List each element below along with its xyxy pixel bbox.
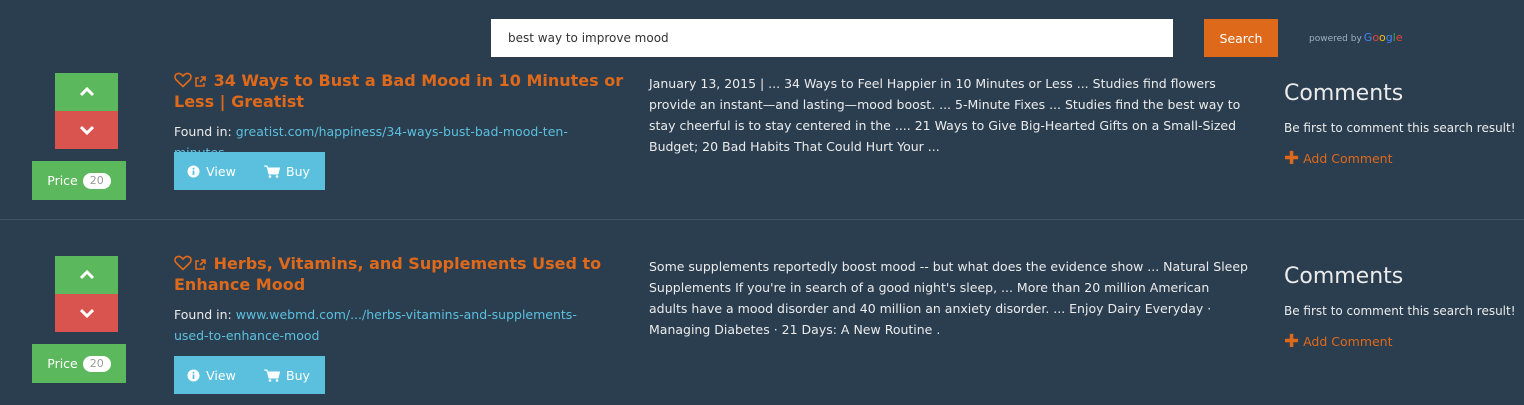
google-logo: Google [1363,31,1403,44]
price-badge: 20 [82,172,111,189]
found-url-link[interactable]: www.webmd.com/.../herbs-vitamins-and-sup… [174,307,577,343]
found-label: Found in: [174,124,232,139]
found-label: Found in: [174,307,232,322]
chevron-up-icon [79,87,94,97]
info-circle-icon [187,369,200,381]
buy-button[interactable]: Buy [249,356,325,394]
view-label: View [206,367,236,383]
powered-by-label: powered by [1309,34,1362,44]
add-comment-link[interactable]: ✚ Add Comment [1284,330,1393,352]
comments-empty-text: Be first to comment this search result! [1284,304,1516,318]
search-results-page: Search powered by Google Price 20 34 Way… [0,0,1524,405]
result-title[interactable]: Herbs, Vitamins, and Supplements Used to… [174,253,624,295]
price-badge: 20 [82,355,111,372]
chevron-down-icon [79,125,94,135]
heart-icon[interactable] [174,72,192,88]
vote-down-button[interactable] [55,294,118,332]
result-title-text[interactable]: Herbs, Vitamins, and Supplements Used to… [174,254,601,294]
vote-up-button[interactable] [55,256,118,294]
comments-heading: Comments [1284,264,1404,289]
vote-down-button[interactable] [55,111,118,149]
comments-heading: Comments [1284,81,1404,106]
result-divider [0,219,1524,220]
view-button[interactable]: View [174,356,249,394]
powered-by-google: powered by Google [1309,31,1403,44]
search-button[interactable]: Search [1204,19,1278,57]
heart-icon[interactable] [174,255,192,271]
comments-empty-text: Be first to comment this search result! [1284,121,1516,135]
chevron-up-icon [79,270,94,280]
info-circle-icon [187,165,200,177]
shopping-cart-icon [264,165,281,178]
add-comment-label: Add Comment [1303,151,1393,166]
price-label: Price [47,173,78,188]
result-snippet: January 13, 2015 | ... 34 Ways to Feel H… [649,76,1241,154]
view-label: View [206,163,236,179]
external-link-icon[interactable] [194,76,206,88]
result-snippet: Some supplements reportedly boost mood -… [649,259,1248,337]
result-title[interactable]: 34 Ways to Bust a Bad Mood in 10 Minutes… [174,70,624,112]
result-title-text[interactable]: 34 Ways to Bust a Bad Mood in 10 Minutes… [174,71,623,111]
price-button[interactable]: Price 20 [32,161,126,200]
plus-icon: ✚ [1284,147,1300,169]
chevron-down-icon [79,308,94,318]
add-comment-link[interactable]: ✚ Add Comment [1284,147,1393,169]
price-label: Price [47,356,78,371]
buy-label: Buy [286,163,310,179]
view-button[interactable]: View [174,152,249,190]
vote-up-button[interactable] [55,73,118,111]
add-comment-label: Add Comment [1303,334,1393,349]
shopping-cart-icon [264,369,281,382]
plus-icon: ✚ [1284,330,1300,352]
price-button[interactable]: Price 20 [32,344,126,383]
external-link-icon[interactable] [194,259,206,271]
buy-label: Buy [286,367,310,383]
search-input[interactable] [491,19,1173,57]
buy-button[interactable]: Buy [249,152,325,190]
found-in: Found in: www.webmd.com/.../herbs-vitami… [174,304,594,346]
